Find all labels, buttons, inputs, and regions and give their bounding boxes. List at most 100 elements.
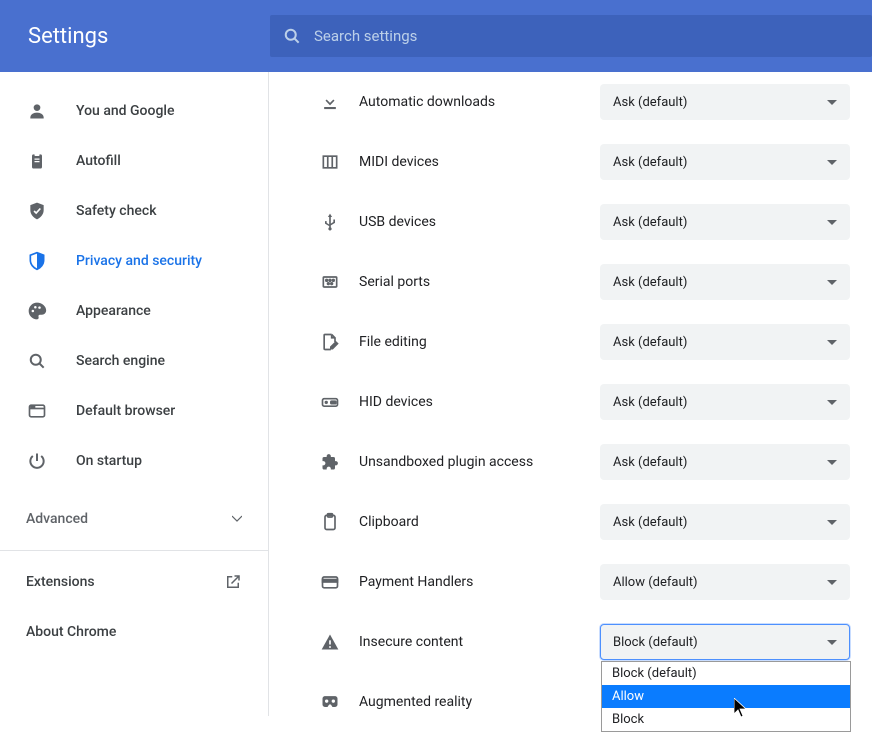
permission-label: Unsandboxed plugin access [359,454,600,470]
chevron-down-icon [232,514,242,524]
permission-label: Serial ports [359,274,600,290]
clipboard-icon [26,150,48,172]
sidebar-advanced-label: Advanced [26,511,88,527]
sidebar-item-label: Default browser [76,403,175,419]
download-icon [319,91,341,113]
sidebar-divider [0,550,268,551]
cursor-icon [734,698,748,718]
midi-icon [319,151,341,173]
sidebar-item-label: Appearance [76,303,151,319]
permission-select-value: Ask (default) [613,275,687,290]
dropdown-arrow-icon [827,160,837,165]
usb-icon [319,211,341,233]
permission-row-automatic-downloads: Automatic downloads Ask (default) [319,72,850,132]
permission-select[interactable]: Ask (default) [600,384,850,420]
permission-row-payment-handlers: Payment Handlers Allow (default) [319,552,850,612]
permission-row-unsandboxed-plugin-access: Unsandboxed plugin access Ask (default) [319,432,850,492]
palette-icon [26,300,48,322]
sidebar-item-appearance[interactable]: Appearance [0,286,268,336]
sidebar-item-default-browser[interactable]: Default browser [0,386,268,436]
dropdown-arrow-icon [827,100,837,105]
permission-row-file-editing: File editingAsk (default) [319,312,850,372]
sidebar-item-label: Safety check [76,203,157,219]
sidebar: You and Google Autofill Safety check Privac… [0,72,269,716]
vr-icon [319,691,341,713]
card-icon [319,571,341,593]
page-title: Settings [0,24,270,49]
permission-select[interactable]: Ask (default) [600,204,850,240]
permission-select[interactable]: Ask (default) [600,84,850,120]
dropdown-menu: Block (default)AllowBlock [601,661,851,732]
dropdown-arrow-icon [827,340,837,345]
permission-row-midi-devices: MIDI devices Ask (default) [319,132,850,192]
permission-select-value: Ask (default) [613,95,687,110]
permission-row-usb-devices: USB devices Ask (default) [319,192,850,252]
dropdown-option[interactable]: Allow [602,685,850,708]
sidebar-item-safety-check[interactable]: Safety check [0,186,268,236]
permission-select[interactable]: Allow (default) [600,564,850,600]
permission-select-value: Ask (default) [613,515,687,530]
person-icon [26,100,48,122]
serial-icon [319,271,341,293]
permission-label: MIDI devices [359,154,600,170]
sidebar-advanced-toggle[interactable]: Advanced [0,494,268,544]
permission-label: Automatic downloads [359,94,600,110]
permission-row-hid-devices: HID devicesAsk (default) [319,372,850,432]
shield-check-icon [26,200,48,222]
sidebar-item-label: Privacy and security [76,253,202,269]
dropdown-arrow-icon [827,460,837,465]
sidebar-link-extensions[interactable]: Extensions [0,557,268,607]
search-placeholder: Search settings [314,27,417,45]
sidebar-item-label: You and Google [76,103,174,119]
permission-select-value: Ask (default) [613,215,687,230]
sidebar-item-privacy-and-security[interactable]: Privacy and security [0,236,268,286]
search-input[interactable]: Search settings [270,15,872,57]
permission-select-value: Ask (default) [613,395,687,410]
sidebar-link-about[interactable]: About Chrome [0,607,268,657]
dropdown-option[interactable]: Block (default) [602,662,850,685]
sidebar-item-autofill[interactable]: Autofill [0,136,268,186]
permission-select[interactable]: Ask (default) [600,264,850,300]
dropdown-arrow-icon [827,640,837,645]
file-edit-icon [319,331,341,353]
sidebar-item-label: On startup [76,453,142,469]
permission-select[interactable]: Ask (default) [600,324,850,360]
sidebar-item-label: Autofill [76,153,121,169]
permission-select-value: Ask (default) [613,455,687,470]
hid-icon [319,391,341,413]
dropdown-arrow-icon [827,580,837,585]
sidebar-extensions-label: Extensions [26,574,95,590]
dropdown-arrow-icon [827,280,837,285]
permission-row-clipboard: ClipboardAsk (default) [319,492,850,552]
app-header: Settings Search settings [0,0,872,72]
search-icon [26,350,48,372]
dropdown-arrow-icon [827,220,837,225]
dropdown-option[interactable]: Block [602,708,850,731]
search-icon [282,26,302,46]
permission-select-value: Block (default) [613,635,698,650]
permission-label: Insecure content [359,634,600,650]
puzzle-icon [319,451,341,473]
sidebar-item-search-engine[interactable]: Search engine [0,336,268,386]
permission-select[interactable]: Ask (default) [600,444,850,480]
permission-select[interactable]: Ask (default) [600,504,850,540]
permission-select[interactable]: Block (default)Block (default)AllowBlock [600,624,850,660]
permission-select-value: Allow (default) [613,575,698,590]
permission-label: USB devices [359,214,600,230]
sidebar-item-you-and-google[interactable]: You and Google [0,86,268,136]
warning-icon [319,631,341,653]
sidebar-item-on-startup[interactable]: On startup [0,436,268,486]
dropdown-arrow-icon [827,400,837,405]
dropdown-arrow-icon [827,520,837,525]
permission-select-value: Ask (default) [613,155,687,170]
external-link-icon [224,573,242,591]
permission-row-serial-ports: Serial ports Ask (default) [319,252,850,312]
power-icon [26,450,48,472]
main-content: Automatic downloadsAsk (default)MIDI dev… [269,72,872,716]
browser-icon [26,400,48,422]
permission-label: File editing [359,334,600,350]
permission-label: Payment Handlers [359,574,600,590]
permission-select[interactable]: Ask (default) [600,144,850,180]
sidebar-item-label: Search engine [76,353,165,369]
shield-icon [26,250,48,272]
